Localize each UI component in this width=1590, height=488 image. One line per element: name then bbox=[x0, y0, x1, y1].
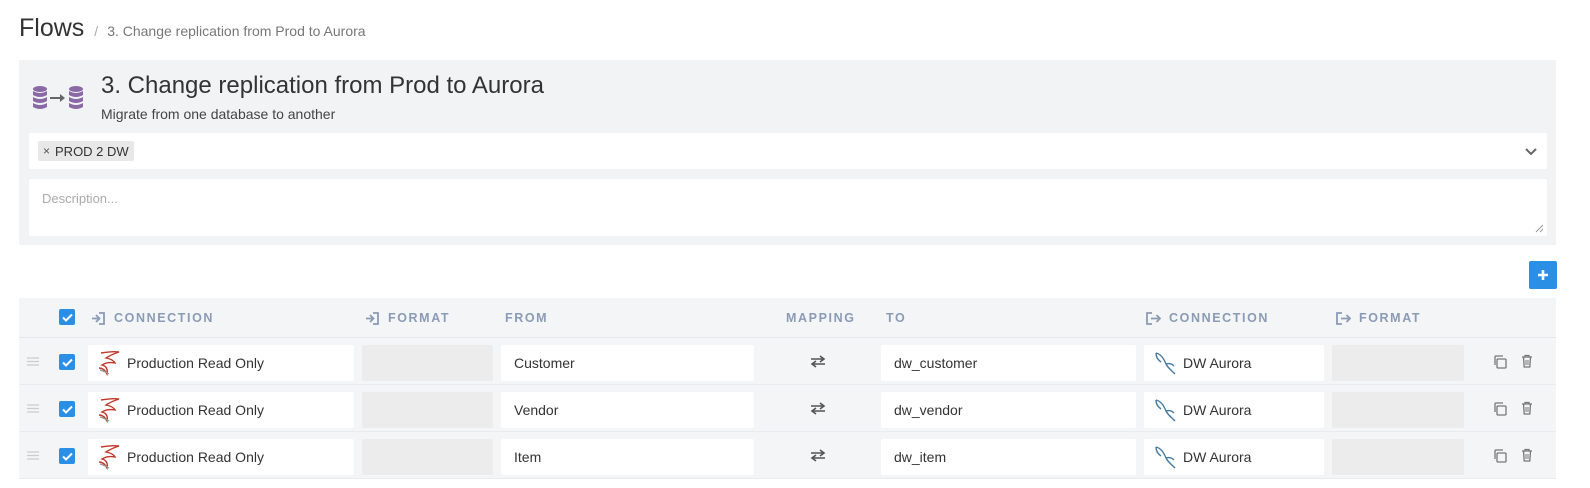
arrows-exchange-icon[interactable] bbox=[810, 402, 826, 415]
flow-subtitle[interactable]: Migrate from one database to another bbox=[101, 106, 335, 122]
check-icon bbox=[61, 405, 73, 414]
drag-handle-icon[interactable] bbox=[27, 404, 39, 413]
row-checkbox[interactable] bbox=[59, 354, 75, 370]
trash-icon[interactable] bbox=[1521, 448, 1533, 462]
mappings-table: CONNECTION FORMAT FROM MAPPING TO CONNEC… bbox=[19, 298, 1556, 479]
header-mapping: MAPPING bbox=[786, 311, 856, 325]
resize-handle-icon[interactable] bbox=[1535, 224, 1544, 233]
dest-connection-select[interactable]: DW Aurora bbox=[1144, 392, 1324, 428]
check-icon bbox=[61, 358, 73, 367]
source-connection-label: Production Read Only bbox=[127, 402, 264, 418]
dest-connection-label: DW Aurora bbox=[1183, 449, 1252, 465]
mysql-dolphin-icon bbox=[1155, 399, 1176, 422]
database-transfer-icon bbox=[33, 86, 83, 109]
source-format-select[interactable] bbox=[362, 345, 493, 381]
breadcrumb-root-flows[interactable]: Flows bbox=[19, 14, 84, 43]
copy-icon[interactable] bbox=[1493, 402, 1507, 416]
source-connection-label: Production Read Only bbox=[127, 449, 264, 465]
tag-label: PROD 2 DW bbox=[55, 143, 129, 159]
sql-server-icon bbox=[98, 444, 120, 470]
table-row: Production Read Only Vendor dw_vendor DW… bbox=[19, 385, 1556, 432]
to-value: dw_vendor bbox=[894, 402, 963, 418]
header-dest-connection: CONNECTION bbox=[1146, 298, 1269, 338]
copy-icon[interactable] bbox=[1493, 355, 1507, 369]
from-value: Item bbox=[514, 449, 542, 465]
source-connection-label: Production Read Only bbox=[127, 355, 264, 371]
copy-icon[interactable] bbox=[1493, 449, 1507, 463]
sign-in-icon bbox=[92, 311, 105, 325]
sql-server-icon bbox=[98, 350, 120, 376]
trash-icon[interactable] bbox=[1521, 354, 1533, 368]
to-input[interactable]: dw_vendor bbox=[881, 392, 1136, 428]
from-input[interactable]: Item bbox=[501, 439, 754, 475]
arrows-exchange-icon[interactable] bbox=[810, 449, 826, 462]
tags-select[interactable]: × PROD 2 DW bbox=[29, 133, 1547, 169]
table-row: Production Read Only Item dw_item DW Aur… bbox=[19, 432, 1556, 479]
description-textarea[interactable]: Description... bbox=[29, 179, 1547, 236]
to-value: dw_item bbox=[894, 449, 947, 465]
row-checkbox[interactable] bbox=[59, 448, 75, 464]
to-value: dw_customer bbox=[894, 355, 978, 371]
dest-connection-select[interactable]: DW Aurora bbox=[1144, 439, 1324, 475]
breadcrumb-separator: / bbox=[94, 23, 99, 39]
add-row-button[interactable] bbox=[1529, 261, 1557, 289]
tag-remove-icon[interactable]: × bbox=[43, 144, 50, 158]
flow-header-panel: 3. Change replication from Prod to Auror… bbox=[19, 60, 1556, 245]
sql-server-icon bbox=[98, 397, 120, 423]
dest-format-select[interactable] bbox=[1332, 439, 1464, 475]
from-value: Customer bbox=[514, 355, 575, 371]
header-source-format: FORMAT bbox=[365, 298, 450, 338]
arrows-exchange-icon[interactable] bbox=[810, 355, 826, 368]
source-connection-select[interactable]: Production Read Only bbox=[88, 345, 354, 381]
chevron-down-icon[interactable] bbox=[1523, 143, 1539, 159]
check-icon bbox=[61, 452, 73, 461]
source-format-select[interactable] bbox=[362, 392, 493, 428]
select-all-checkbox[interactable] bbox=[59, 309, 75, 325]
dest-connection-label: DW Aurora bbox=[1183, 402, 1252, 418]
drag-handle-icon[interactable] bbox=[27, 357, 39, 366]
source-format-select[interactable] bbox=[362, 439, 493, 475]
from-value: Vendor bbox=[514, 402, 559, 418]
header-dest-format: FORMAT bbox=[1336, 298, 1421, 338]
header-to: TO bbox=[886, 311, 907, 325]
sign-out-icon bbox=[1146, 311, 1161, 325]
drag-handle-icon[interactable] bbox=[27, 451, 39, 460]
dest-connection-label: DW Aurora bbox=[1183, 355, 1252, 371]
description-placeholder: Description... bbox=[42, 191, 118, 206]
table-header: CONNECTION FORMAT FROM MAPPING TO CONNEC… bbox=[19, 298, 1556, 338]
mysql-dolphin-icon bbox=[1155, 446, 1176, 469]
check-icon bbox=[61, 313, 73, 322]
breadcrumb: Flows / 3. Change replication from Prod … bbox=[19, 14, 366, 48]
row-checkbox[interactable] bbox=[59, 401, 75, 417]
source-connection-select[interactable]: Production Read Only bbox=[88, 392, 354, 428]
table-row: Production Read Only Customer dw_custome… bbox=[19, 338, 1556, 385]
to-input[interactable]: dw_customer bbox=[881, 345, 1136, 381]
dest-format-select[interactable] bbox=[1332, 392, 1464, 428]
breadcrumb-current: 3. Change replication from Prod to Auror… bbox=[107, 23, 366, 39]
to-input[interactable]: dw_item bbox=[881, 439, 1136, 475]
flow-title[interactable]: 3. Change replication from Prod to Auror… bbox=[101, 72, 544, 100]
dest-format-select[interactable] bbox=[1332, 345, 1464, 381]
mysql-dolphin-icon bbox=[1155, 352, 1176, 375]
source-connection-select[interactable]: Production Read Only bbox=[88, 439, 354, 475]
sign-out-icon bbox=[1336, 311, 1351, 325]
from-input[interactable]: Customer bbox=[501, 345, 754, 381]
from-input[interactable]: Vendor bbox=[501, 392, 754, 428]
plus-icon bbox=[1538, 270, 1548, 280]
tag-prod-2-dw: × PROD 2 DW bbox=[38, 141, 134, 161]
dest-connection-select[interactable]: DW Aurora bbox=[1144, 345, 1324, 381]
trash-icon[interactable] bbox=[1521, 401, 1533, 415]
header-from: FROM bbox=[505, 311, 549, 325]
header-source-connection: CONNECTION bbox=[91, 298, 214, 338]
sign-in-icon bbox=[366, 311, 379, 325]
